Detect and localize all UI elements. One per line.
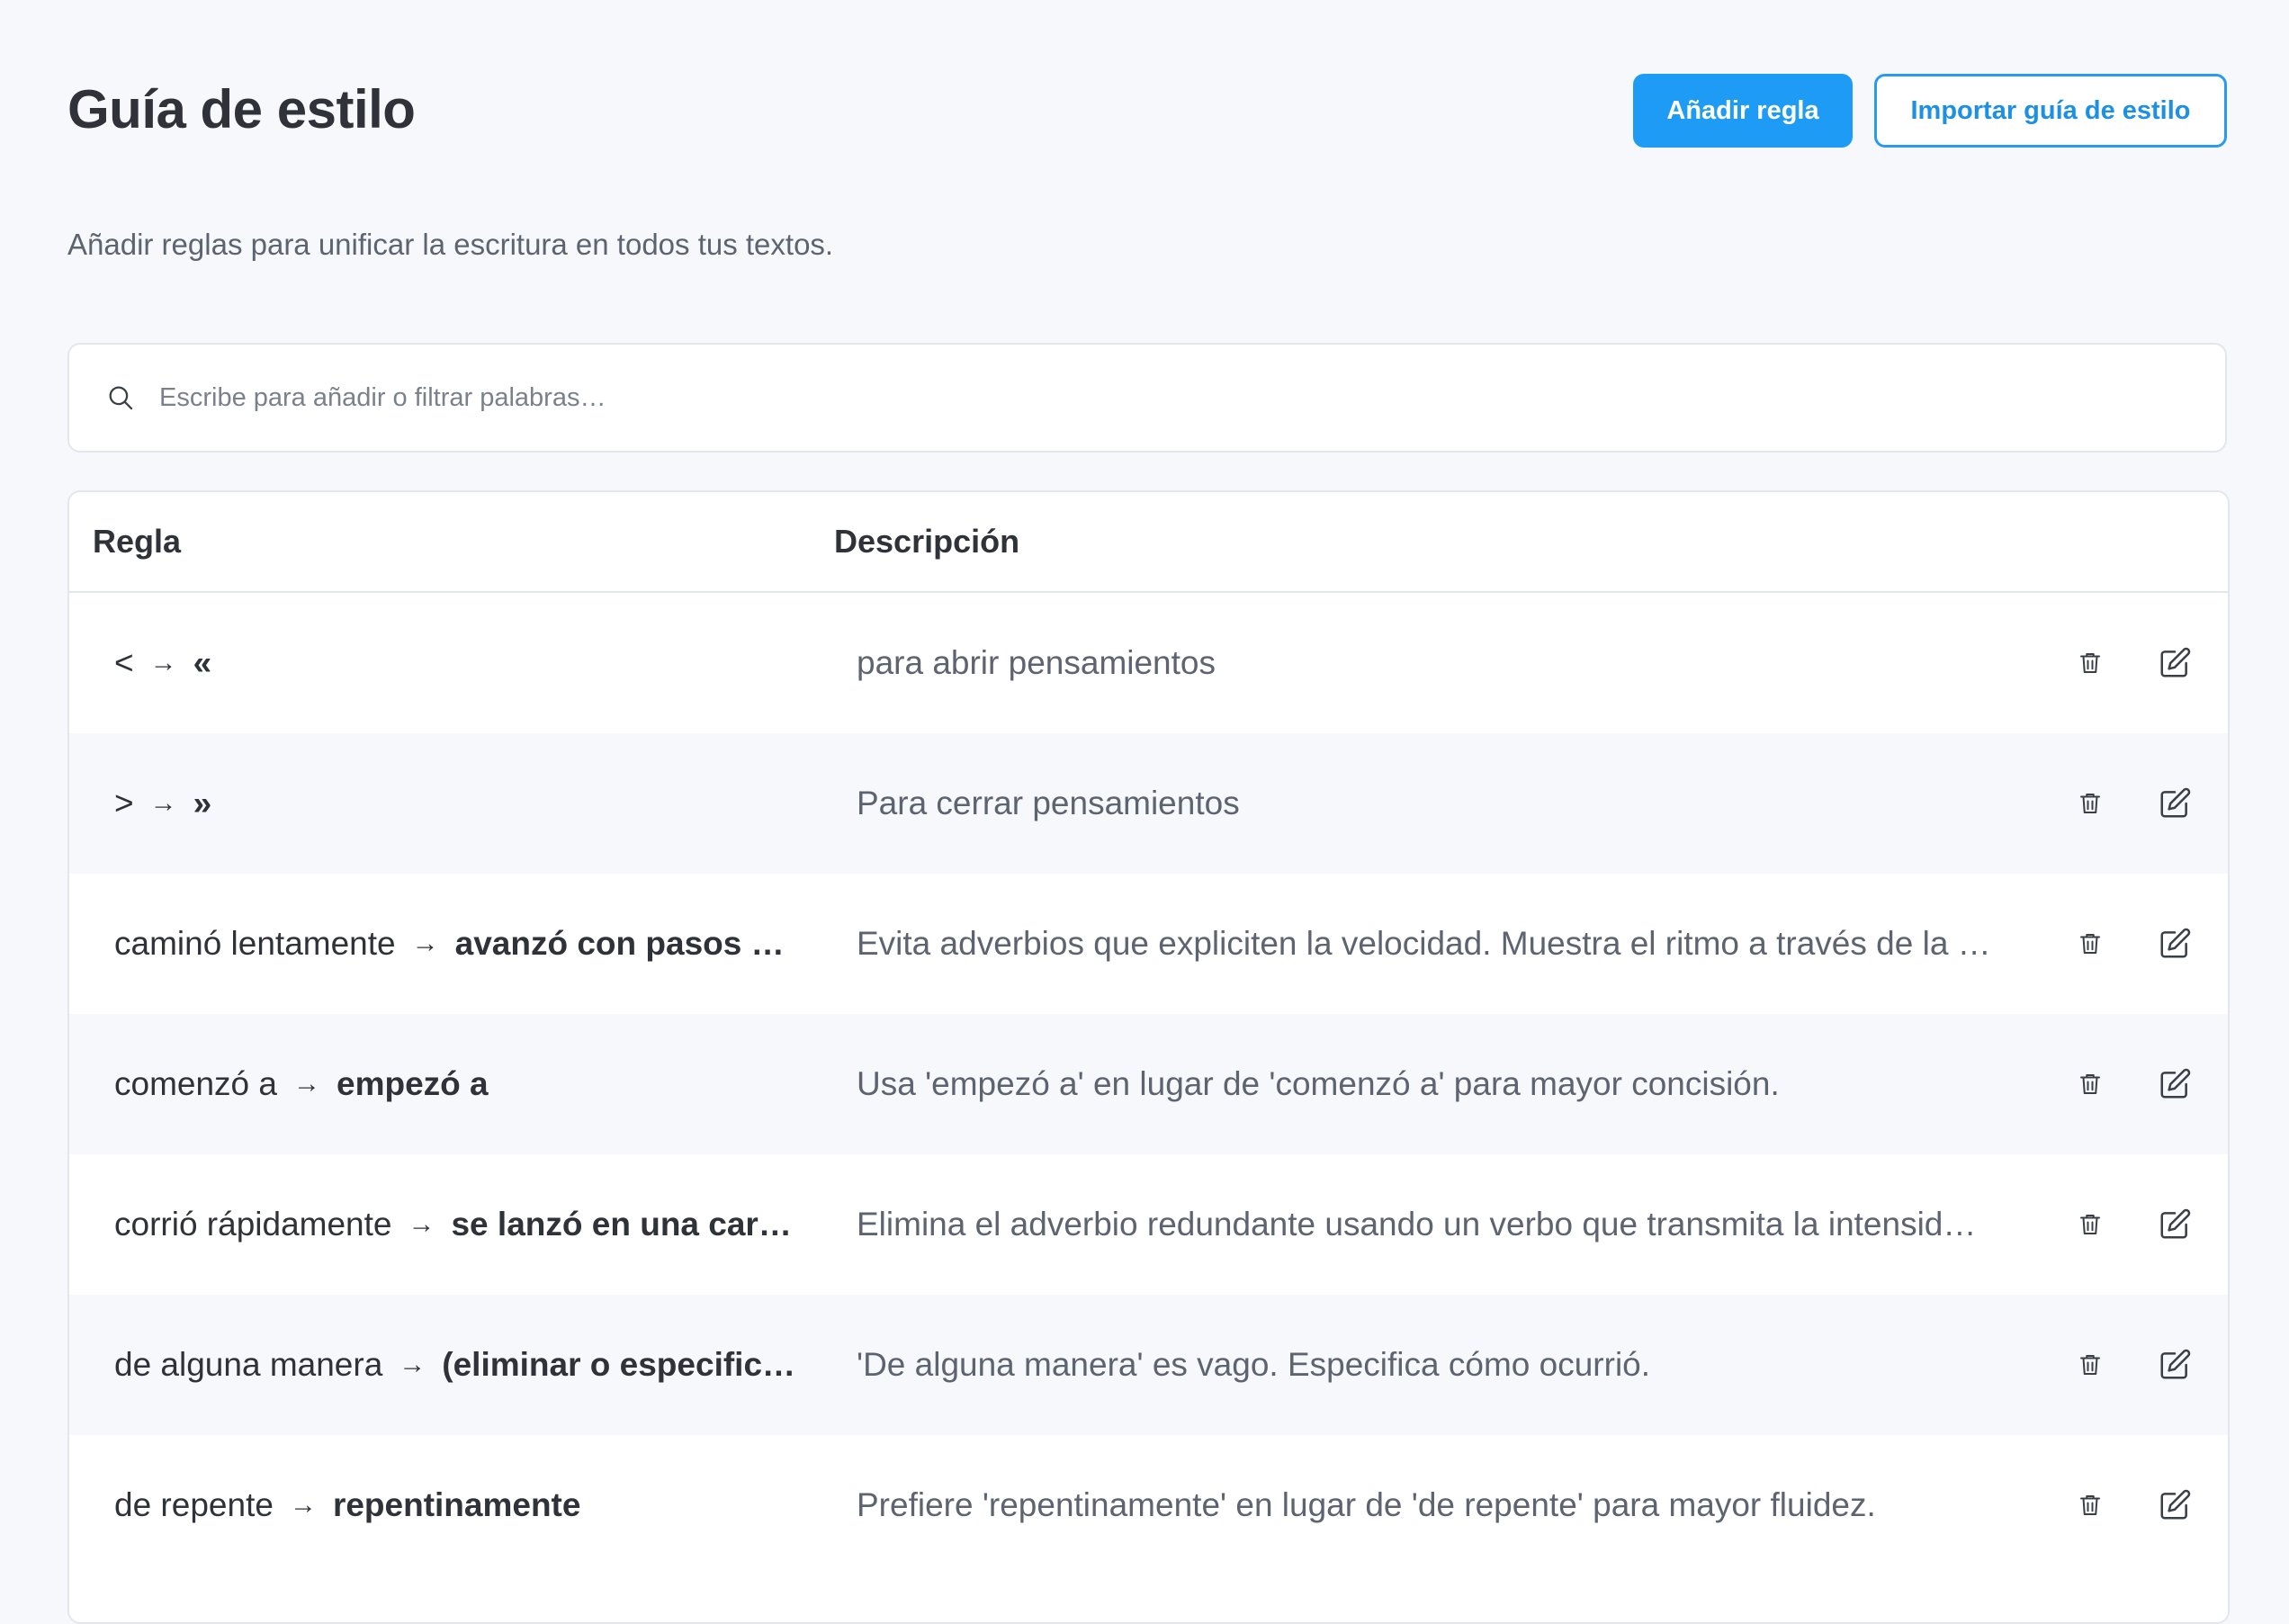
rule-cell: de repente → repentinamente bbox=[114, 1435, 861, 1575]
search-input[interactable] bbox=[157, 381, 2225, 414]
trash-icon[interactable] bbox=[2069, 783, 2111, 824]
table-row: < → « para abrir pensamientos bbox=[69, 593, 2228, 733]
rule-cell: caminó lentamente → avanzó con pasos … bbox=[114, 874, 861, 1014]
arrow-right-icon: → bbox=[289, 1490, 317, 1520]
arrow-right-icon: → bbox=[293, 1069, 320, 1099]
rule-description: 'De alguna manera' es vago. Especifica c… bbox=[857, 1346, 1651, 1383]
table-body: < → « para abrir pensamientos > → » Para… bbox=[69, 593, 2228, 1575]
page-subtitle: Añadir reglas para unificar la escritura… bbox=[67, 228, 834, 261]
rule-from: < bbox=[114, 644, 134, 681]
column-header-rule: Regla bbox=[93, 523, 182, 560]
description-cell: 'De alguna manera' es vago. Especifica c… bbox=[857, 1295, 2071, 1435]
description-cell: para abrir pensamientos bbox=[857, 593, 2071, 733]
rules-table: Regla Descripción < → « para abrir pensa… bbox=[67, 490, 2230, 1624]
table-row: > → » Para cerrar pensamientos bbox=[69, 733, 2228, 874]
rule-from: de repente bbox=[114, 1486, 274, 1523]
rule-from: caminó lentamente bbox=[114, 925, 396, 962]
description-cell: Elimina el adverbio redundante usando un… bbox=[857, 1154, 2071, 1295]
edit-icon[interactable] bbox=[2154, 1063, 2195, 1105]
rule-description: Usa 'empezó a' en lugar de 'comenzó a' p… bbox=[857, 1065, 1780, 1102]
table-row: de repente → repentinamente Prefiere 're… bbox=[69, 1435, 2228, 1575]
rule-description: Prefiere 'repentinamente' en lugar de 'd… bbox=[857, 1486, 1876, 1523]
rule-from: de alguna manera bbox=[114, 1346, 383, 1383]
trash-icon[interactable] bbox=[2069, 642, 2111, 684]
search-bar[interactable] bbox=[67, 343, 2227, 453]
description-cell: Usa 'empezó a' en lugar de 'comenzó a' p… bbox=[857, 1014, 2071, 1154]
table-row: corrió rápidamente → se lanzó en una car… bbox=[69, 1154, 2228, 1295]
trash-icon[interactable] bbox=[2069, 923, 2111, 965]
arrow-right-icon: → bbox=[149, 788, 177, 818]
trash-icon[interactable] bbox=[2069, 1063, 2111, 1105]
rule-to: se lanzó en una car… bbox=[451, 1206, 792, 1243]
rule-to: avanzó con pasos … bbox=[454, 925, 785, 962]
table-row: comenzó a → empezó a Usa 'empezó a' en l… bbox=[69, 1014, 2228, 1154]
rule-to: « bbox=[193, 644, 212, 681]
arrow-right-icon: → bbox=[411, 929, 439, 958]
table-row: de alguna manera → (eliminar o especific… bbox=[69, 1295, 2228, 1435]
edit-icon[interactable] bbox=[2154, 923, 2195, 965]
add-rule-button[interactable]: Añadir regla bbox=[1633, 74, 1853, 148]
edit-icon[interactable] bbox=[2154, 783, 2195, 824]
rule-description: para abrir pensamientos bbox=[857, 644, 1216, 681]
rule-cell: corrió rápidamente → se lanzó en una car… bbox=[114, 1154, 861, 1295]
rule-from: comenzó a bbox=[114, 1065, 277, 1102]
rule-to: » bbox=[193, 785, 212, 821]
search-icon bbox=[105, 382, 136, 413]
edit-icon[interactable] bbox=[2154, 1344, 2195, 1386]
arrow-right-icon: → bbox=[149, 648, 177, 677]
rule-cell: < → « bbox=[114, 593, 861, 733]
trash-icon[interactable] bbox=[2069, 1344, 2111, 1386]
edit-icon[interactable] bbox=[2154, 642, 2195, 684]
rule-to: repentinamente bbox=[332, 1486, 581, 1523]
rule-to: empezó a bbox=[337, 1065, 489, 1102]
rule-to: (eliminar o especific… bbox=[442, 1346, 796, 1383]
edit-icon[interactable] bbox=[2154, 1204, 2195, 1245]
description-cell: Prefiere 'repentinamente' en lugar de 'd… bbox=[857, 1435, 2071, 1575]
rule-from: corrió rápidamente bbox=[114, 1206, 392, 1243]
arrow-right-icon: → bbox=[408, 1209, 435, 1239]
rule-from: > bbox=[114, 785, 134, 821]
import-style-guide-button[interactable]: Importar guía de estilo bbox=[1874, 74, 2227, 148]
style-guide-page: Guía de estilo Añadir regla Importar guí… bbox=[0, 0, 2289, 1624]
description-cell: Evita adverbios que expliciten la veloci… bbox=[857, 874, 2071, 1014]
page-title: Guía de estilo bbox=[67, 79, 416, 139]
trash-icon[interactable] bbox=[2069, 1485, 2111, 1526]
rule-cell: comenzó a → empezó a bbox=[114, 1014, 861, 1154]
description-cell: Para cerrar pensamientos bbox=[857, 733, 2071, 874]
table-row: caminó lentamente → avanzó con pasos … E… bbox=[69, 874, 2228, 1014]
edit-icon[interactable] bbox=[2154, 1485, 2195, 1526]
table-header: Regla Descripción bbox=[69, 492, 2228, 593]
trash-icon[interactable] bbox=[2069, 1204, 2111, 1245]
rule-cell: de alguna manera → (eliminar o especific… bbox=[114, 1295, 861, 1435]
rule-description: Evita adverbios que expliciten la veloci… bbox=[857, 925, 1991, 962]
rule-cell: > → » bbox=[114, 733, 861, 874]
rule-description: Elimina el adverbio redundante usando un… bbox=[857, 1206, 1977, 1243]
column-header-description: Descripción bbox=[834, 523, 1020, 560]
rule-description: Para cerrar pensamientos bbox=[857, 785, 1240, 821]
arrow-right-icon: → bbox=[399, 1350, 426, 1379]
